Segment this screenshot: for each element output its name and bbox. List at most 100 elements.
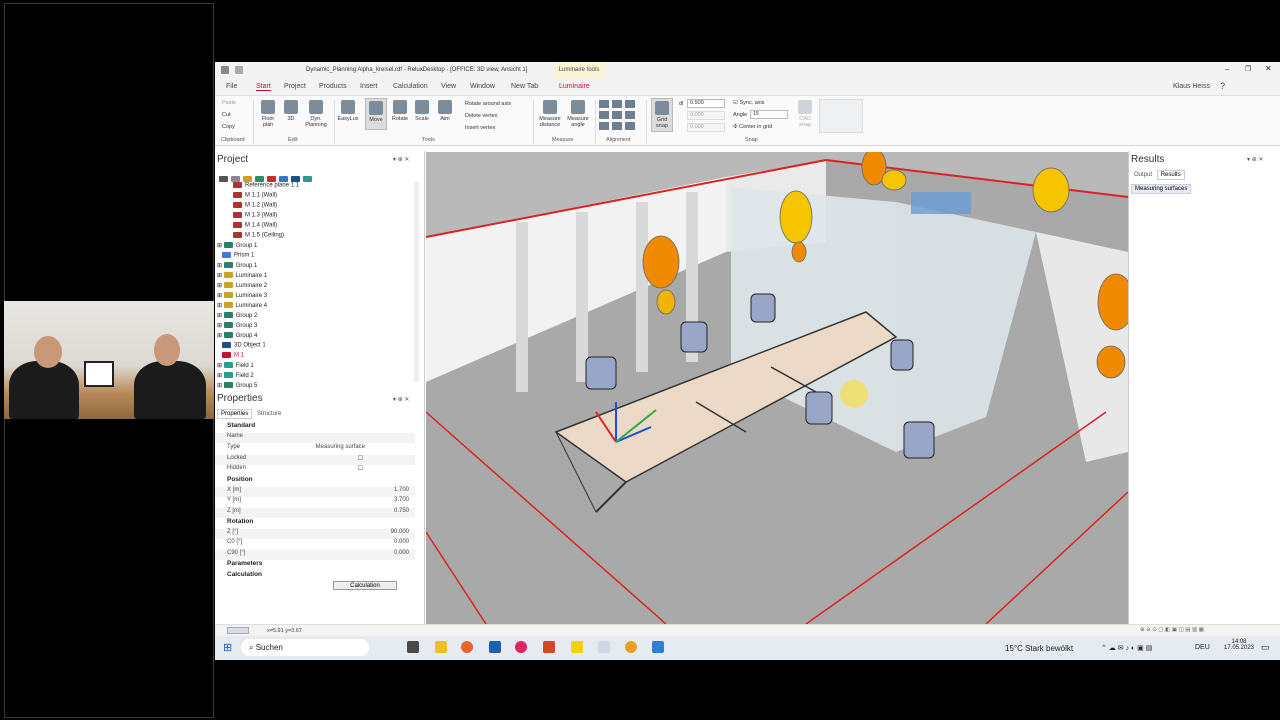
dyn-planning-button[interactable]: Dyn. Planning: [303, 100, 329, 128]
section-position[interactable]: Position: [227, 476, 253, 483]
tree-item[interactable]: ⊞ Field 1: [217, 362, 417, 372]
menu-view[interactable]: View: [441, 83, 456, 90]
menu-luminaire[interactable]: Luminaire: [559, 83, 590, 90]
menu-file[interactable]: File: [226, 83, 237, 90]
quick-access-icon[interactable]: [235, 66, 243, 74]
tree-item[interactable]: ⊞ Group 3: [217, 322, 417, 332]
tab-results[interactable]: Results: [1156, 170, 1185, 180]
measure-angle-button[interactable]: Measure angle: [565, 100, 591, 128]
tree-item[interactable]: ⊞ Luminaire 4: [217, 302, 417, 312]
hidden-checkbox[interactable]: ☐: [358, 465, 363, 472]
rotate-around-axis-button[interactable]: Rotate around axis: [465, 101, 511, 107]
move-button[interactable]: Move: [365, 98, 387, 130]
tree-item[interactable]: ⊞ Luminaire 2: [217, 282, 417, 292]
tree-item[interactable]: M 1.1 (Wall): [233, 192, 421, 202]
tree-item[interactable]: 3D Object 1: [217, 342, 417, 352]
copy-button[interactable]: Copy: [222, 124, 235, 130]
search-box[interactable]: ⌕ Suchen: [241, 639, 369, 656]
y-value[interactable]: 3.700: [394, 497, 409, 503]
tree-item[interactable]: Prism 1: [217, 252, 417, 262]
menu-new-tab[interactable]: New Tab: [511, 83, 538, 90]
tree-item[interactable]: ⊞ Group 1: [217, 242, 417, 252]
3d-button[interactable]: 3D: [283, 100, 299, 122]
aim-button[interactable]: Aim: [437, 100, 453, 122]
rotate-button[interactable]: Rotate: [390, 100, 410, 122]
calculation-button[interactable]: Calculation: [333, 581, 397, 590]
paste-button[interactable]: Paste: [222, 100, 236, 106]
angle-input[interactable]: 15: [750, 110, 788, 119]
view-mode-icon[interactable]: [227, 627, 249, 634]
menu-insert[interactable]: Insert: [360, 83, 378, 90]
grid-snap-button[interactable]: Grid snap: [651, 98, 673, 132]
insert-vertex-button[interactable]: Insert vertex: [465, 125, 495, 131]
section-standard[interactable]: Standard: [227, 422, 255, 429]
easylux-button[interactable]: EasyLux: [337, 100, 359, 122]
tree-item[interactable]: ⊞ Luminaire 1: [217, 272, 417, 282]
tab-properties[interactable]: Properties: [217, 409, 253, 419]
app-icon[interactable]: [571, 641, 583, 653]
tree-scrollbar[interactable]: [414, 182, 419, 382]
app-icon[interactable]: [489, 641, 501, 653]
z-value[interactable]: 0.750: [394, 508, 409, 514]
app-icon[interactable]: [515, 641, 527, 653]
zdeg-value[interactable]: 90.000: [391, 529, 409, 535]
sync-axis-checkbox[interactable]: ☑ Sync. axis: [733, 100, 765, 106]
search-app-icon[interactable]: [625, 641, 637, 653]
snap-options-grid[interactable]: [819, 99, 863, 133]
tab-measuring-surfaces[interactable]: Measuring surfaces: [1131, 184, 1192, 194]
d2-input[interactable]: 0.000: [687, 111, 725, 120]
cad-snap-button[interactable]: CAD snap: [795, 100, 815, 128]
panel-pin-icon[interactable]: ▾ ⊕ ✕: [1247, 156, 1263, 163]
menu-project[interactable]: Project: [284, 83, 306, 90]
notification-icon[interactable]: ▭: [1261, 642, 1270, 653]
clock[interactable]: 14:08 17.05.2023: [1221, 639, 1257, 651]
menu-products[interactable]: Products: [319, 83, 347, 90]
x-value[interactable]: 1.700: [394, 487, 409, 493]
delete-vertex-button[interactable]: Delete vertex: [465, 113, 497, 119]
tree-item[interactable]: M 1.3 (Wall): [233, 212, 421, 222]
language-indicator[interactable]: DEU: [1195, 644, 1210, 651]
tree-item[interactable]: ⊞ Group 2: [217, 312, 417, 322]
tab-structure[interactable]: Structure: [254, 410, 284, 418]
d3-input[interactable]: 0.000: [687, 123, 725, 132]
start-icon[interactable]: ⊞: [223, 641, 232, 654]
section-rotation[interactable]: Rotation: [227, 518, 253, 525]
tree-item[interactable]: M 1.5 (Ceiling): [233, 232, 421, 242]
section-parameters[interactable]: Parameters: [227, 560, 262, 567]
help-icon[interactable]: ?: [1220, 81, 1225, 91]
center-in-grid-button[interactable]: ✣ Center in grid: [733, 124, 772, 130]
file-explorer-icon[interactable]: [435, 641, 447, 653]
measure-distance-button[interactable]: Measure distance: [537, 100, 563, 128]
task-view-icon[interactable]: [407, 641, 419, 653]
maximize-button[interactable]: ❐: [1245, 65, 1251, 73]
app-icon[interactable]: [598, 641, 610, 653]
dl-input[interactable]: 0.500: [687, 99, 725, 108]
tree-item[interactable]: ⊞ Group 4: [217, 332, 417, 342]
panel-pin-icon[interactable]: ▾ ⊕ ✕: [393, 156, 409, 163]
tab-output[interactable]: Output: [1131, 171, 1155, 179]
close-button[interactable]: ✕: [1265, 64, 1272, 73]
menu-calculation[interactable]: Calculation: [393, 83, 428, 90]
tree-item[interactable]: M 1.2 (Wall): [233, 202, 421, 212]
c0-value[interactable]: 0.000: [394, 539, 409, 545]
weather-text[interactable]: 15°C Stark bewölkt: [1005, 644, 1073, 653]
floor-plan-button[interactable]: Floor plan: [259, 100, 277, 128]
panel-pin-icon[interactable]: ▾ ⊕ ✕: [393, 396, 409, 403]
firefox-icon[interactable]: [461, 641, 473, 653]
tree-item[interactable]: M 1.4 (Wall): [233, 222, 421, 232]
alignment-buttons[interactable]: [599, 100, 641, 134]
powerpoint-icon[interactable]: [543, 641, 555, 653]
minimize-button[interactable]: –: [1225, 65, 1229, 74]
zoom-controls[interactable]: ⊕ ⊖ ⊙ ▢ ◧ ▣ ◫ ▤ ▥ ▦: [1140, 627, 1204, 633]
scale-button[interactable]: Scale: [413, 100, 431, 122]
tree-item[interactable]: ⊞ Luminaire 3: [217, 292, 417, 302]
menu-window[interactable]: Window: [470, 83, 495, 90]
tree-item[interactable]: ⊞ Group 1: [217, 262, 417, 272]
tree-item[interactable]: Reference plane 1.1: [233, 182, 421, 192]
3d-viewport[interactable]: [426, 152, 1128, 624]
section-calculation[interactable]: Calculation: [227, 571, 262, 578]
locked-checkbox[interactable]: ☐: [358, 455, 363, 462]
tree-item-selected[interactable]: M 1: [217, 352, 417, 362]
system-tray-icons[interactable]: ⌃ ☁ ✉ ♪ ◐ ▣ ▤: [1101, 644, 1152, 652]
cut-button[interactable]: Cut: [222, 112, 231, 118]
